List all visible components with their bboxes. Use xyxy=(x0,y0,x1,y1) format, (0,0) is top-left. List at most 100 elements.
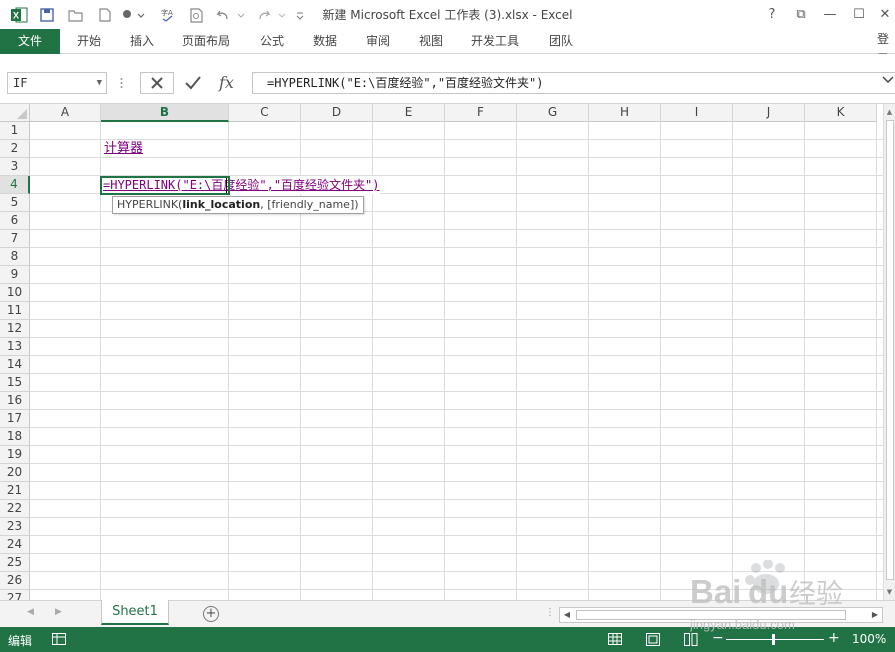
column-header-b[interactable]: B xyxy=(101,104,229,122)
tab-formulas[interactable]: 公式 xyxy=(250,29,294,54)
row-header-14[interactable]: 14 xyxy=(0,356,30,374)
row-header-9[interactable]: 9 xyxy=(0,266,30,284)
expand-formula-bar-icon[interactable] xyxy=(882,76,894,87)
close-icon[interactable]: ✕ xyxy=(873,4,895,24)
row-header-2[interactable]: 2 xyxy=(0,140,30,158)
tooltip-function[interactable]: HYPERLINK( xyxy=(117,198,182,211)
column-header-k[interactable]: K xyxy=(805,104,877,122)
zoom-in-button[interactable]: + xyxy=(828,630,840,646)
save-icon[interactable] xyxy=(37,4,57,26)
tab-split-handle-icon[interactable]: ⋮ xyxy=(545,607,555,618)
row-header-4[interactable]: 4 xyxy=(0,176,30,194)
column-header-j[interactable]: J xyxy=(733,104,805,122)
next-sheet-icon[interactable]: ▶ xyxy=(55,607,62,617)
row-header-1[interactable]: 1 xyxy=(0,122,30,140)
maximize-icon[interactable]: ☐ xyxy=(847,4,871,24)
horizontal-scrollbar[interactable]: ◀ ▶ xyxy=(559,607,883,623)
row-header-6[interactable]: 6 xyxy=(0,212,30,230)
tab-home[interactable]: 开始 xyxy=(64,29,114,54)
tab-file[interactable]: 文件 xyxy=(0,29,60,54)
zoom-out-button[interactable]: − xyxy=(712,630,724,646)
row-header-12[interactable]: 12 xyxy=(0,320,30,338)
column-header-d[interactable]: D xyxy=(301,104,373,122)
row-header-23[interactable]: 23 xyxy=(0,518,30,536)
name-box[interactable]: IF ▼ xyxy=(7,72,107,94)
column-header-i[interactable]: I xyxy=(661,104,733,122)
open-icon[interactable] xyxy=(65,4,85,26)
macro-recording-icon[interactable] xyxy=(52,632,66,646)
row-header-20[interactable]: 20 xyxy=(0,464,30,482)
scroll-down-icon[interactable]: ▼ xyxy=(884,586,895,598)
row-header-16[interactable]: 16 xyxy=(0,392,30,410)
login-link[interactable]: 登录 xyxy=(877,29,895,54)
add-sheet-button[interactable]: + xyxy=(203,606,219,622)
row-header-11[interactable]: 11 xyxy=(0,302,30,320)
row-header-24[interactable]: 24 xyxy=(0,536,30,554)
help-icon[interactable]: ? xyxy=(760,4,784,24)
scroll-left-icon[interactable]: ◀ xyxy=(560,608,574,622)
tooltip-remaining-arguments[interactable]: , [friendly_name]) xyxy=(260,198,358,211)
print-preview-icon[interactable] xyxy=(187,4,207,26)
redo-icon[interactable] xyxy=(255,4,291,26)
column-header-f[interactable]: F xyxy=(445,104,517,122)
vertical-scrollbar[interactable]: ▲ ▼ xyxy=(883,104,895,600)
previous-sheet-icon[interactable]: ◀ xyxy=(27,607,34,617)
horizontal-scroll-thumb[interactable] xyxy=(576,610,846,620)
customize-icon[interactable] xyxy=(293,4,307,26)
scroll-right-icon[interactable]: ▶ xyxy=(868,608,882,622)
tab-team[interactable]: 团队 xyxy=(538,29,584,54)
ribbon-display-options-icon[interactable]: ⧉ xyxy=(789,4,813,24)
minimize-icon[interactable]: — xyxy=(818,4,842,24)
chevron-down-icon[interactable]: ▼ xyxy=(97,73,102,93)
tab-review[interactable]: 审阅 xyxy=(356,29,400,54)
column-header-e[interactable]: E xyxy=(373,104,445,122)
row-header-17[interactable]: 17 xyxy=(0,410,30,428)
normal-view-icon[interactable] xyxy=(608,632,622,646)
zoom-slider-thumb[interactable] xyxy=(772,634,775,645)
enter-icon[interactable] xyxy=(176,72,210,94)
row-header-3[interactable]: 3 xyxy=(0,158,30,176)
column-header-h[interactable]: H xyxy=(589,104,661,122)
vertical-scroll-thumb[interactable] xyxy=(886,120,894,580)
row-header-22[interactable]: 22 xyxy=(0,500,30,518)
tab-data[interactable]: 数据 xyxy=(303,29,347,54)
tooltip-current-argument[interactable]: link_location xyxy=(182,198,260,211)
select-all-button[interactable] xyxy=(0,104,30,122)
cancel-icon[interactable] xyxy=(140,72,174,94)
scroll-up-icon[interactable]: ▲ xyxy=(884,106,895,118)
row-header-8[interactable]: 8 xyxy=(0,248,30,266)
cell-b4-editing[interactable]: =HYPERLINK("E:\百度经验","百度经验文件夹") xyxy=(101,176,380,194)
page-layout-view-icon[interactable] xyxy=(646,632,660,646)
sheet-tab-sheet1[interactable]: Sheet1 xyxy=(101,600,169,625)
new-icon[interactable] xyxy=(95,4,115,26)
row-header-19[interactable]: 19 xyxy=(0,446,30,464)
row-header-18[interactable]: 18 xyxy=(0,428,30,446)
row-header-5[interactable]: 5 xyxy=(0,194,30,212)
touch-mode-icon[interactable] xyxy=(120,4,146,26)
undo-icon[interactable] xyxy=(214,4,250,26)
tab-insert[interactable]: 插入 xyxy=(117,29,167,54)
column-header-a[interactable]: A xyxy=(30,104,101,122)
spelling-icon[interactable]: 字A xyxy=(158,4,178,26)
tab-page-layout[interactable]: 页面布局 xyxy=(175,29,237,54)
row-header-26[interactable]: 26 xyxy=(0,572,30,590)
zoom-slider-track[interactable] xyxy=(726,639,824,640)
worksheet-grid[interactable]: ABCDEFGHIJK 1 2 3 4 5 6 7 8 9 10 11 12 13 14 15 16 17 18 1… xyxy=(0,104,883,600)
cell-b2-hyperlink[interactable]: 计算器 xyxy=(104,140,143,157)
zoom-level[interactable]: 100% xyxy=(852,632,886,646)
row-header-7[interactable]: 7 xyxy=(0,230,30,248)
row-header-13[interactable]: 13 xyxy=(0,338,30,356)
column-header-g[interactable]: G xyxy=(517,104,589,122)
status-bar: 编辑 − + 100% xyxy=(0,627,895,652)
row-header-10[interactable]: 10 xyxy=(0,284,30,302)
page-break-view-icon[interactable] xyxy=(684,632,698,646)
row-header-25[interactable]: 25 xyxy=(0,554,30,572)
row-header-15[interactable]: 15 xyxy=(0,374,30,392)
column-header-c[interactable]: C xyxy=(229,104,301,122)
row-header-21[interactable]: 21 xyxy=(0,482,30,500)
insert-function-icon[interactable]: fx xyxy=(214,72,244,94)
tab-view[interactable]: 视图 xyxy=(409,29,453,54)
tab-developer[interactable]: 开发工具 xyxy=(462,29,528,54)
row-header-27[interactable]: 27 xyxy=(0,590,30,600)
formula-input[interactable]: =HYPERLINK("E:\百度经验","百度经验文件夹") xyxy=(252,72,895,94)
